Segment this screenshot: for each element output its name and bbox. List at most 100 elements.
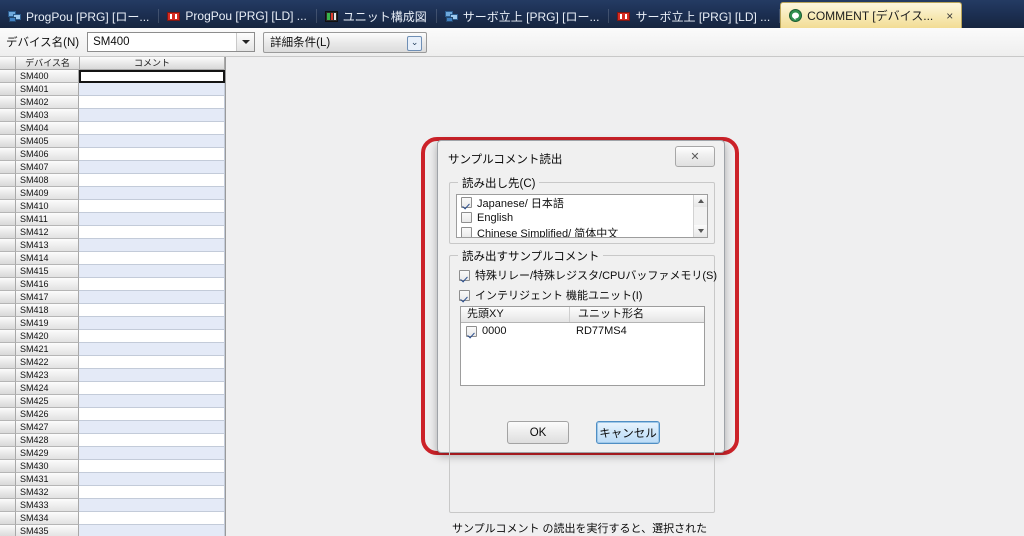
comment-cell[interactable] xyxy=(79,317,225,330)
comment-cell[interactable] xyxy=(79,135,225,148)
table-row[interactable]: SM410 xyxy=(0,200,225,213)
document-tab-3[interactable]: サーボ立上 [PRG] [ロー... xyxy=(437,4,610,28)
table-body[interactable]: SM400 SM401 SM402 SM403 SM404 SM405 SM406 SM407… xyxy=(0,70,225,536)
row-gutter[interactable] xyxy=(0,161,16,174)
device-name-cell[interactable]: SM431 xyxy=(16,473,79,486)
device-name-cell[interactable]: SM432 xyxy=(16,486,79,499)
language-list-item[interactable]: Japanese/ 日本語 xyxy=(457,195,707,210)
table-row[interactable]: SM419 xyxy=(0,317,225,330)
device-name-cell[interactable]: SM415 xyxy=(16,265,79,278)
row-gutter[interactable] xyxy=(0,304,16,317)
comment-cell[interactable] xyxy=(79,330,225,343)
unit-checkbox[interactable] xyxy=(466,325,477,337)
device-name-cell[interactable]: SM426 xyxy=(16,408,79,421)
comment-cell[interactable] xyxy=(79,460,225,473)
comment-cell[interactable] xyxy=(79,213,225,226)
table-row[interactable]: SM428 xyxy=(0,434,225,447)
device-name-cell[interactable]: SM423 xyxy=(16,369,79,382)
row-gutter[interactable] xyxy=(0,187,16,200)
comment-cell[interactable] xyxy=(79,200,225,213)
table-row[interactable]: SM425 xyxy=(0,395,225,408)
table-row[interactable]: SM421 xyxy=(0,343,225,356)
table-row[interactable]: SM434 xyxy=(0,512,225,525)
language-list-scrollbar[interactable] xyxy=(693,195,707,237)
comment-cell[interactable] xyxy=(79,187,225,200)
device-name-cell[interactable]: SM433 xyxy=(16,499,79,512)
cancel-button[interactable]: キャンセル xyxy=(596,421,660,444)
device-name-cell[interactable]: SM424 xyxy=(16,382,79,395)
language-checkbox[interactable] xyxy=(461,227,472,237)
comment-cell[interactable] xyxy=(79,161,225,174)
comment-cell[interactable] xyxy=(79,447,225,460)
device-name-combobox[interactable]: SM400 xyxy=(87,32,256,52)
row-gutter[interactable] xyxy=(0,447,16,460)
table-row[interactable]: SM404 xyxy=(0,122,225,135)
device-name-cell[interactable]: SM429 xyxy=(16,447,79,460)
comment-cell[interactable] xyxy=(79,148,225,161)
triangle-up-icon[interactable] xyxy=(694,195,707,207)
device-name-cell[interactable]: SM427 xyxy=(16,421,79,434)
table-row[interactable]: SM403 xyxy=(0,109,225,122)
table-row[interactable]: SM433 xyxy=(0,499,225,512)
table-row[interactable]: SM417 xyxy=(0,291,225,304)
comment-cell[interactable] xyxy=(79,408,225,421)
row-gutter[interactable] xyxy=(0,382,16,395)
comment-cell[interactable] xyxy=(79,421,225,434)
device-name-cell[interactable]: SM430 xyxy=(16,460,79,473)
comment-cell[interactable] xyxy=(79,174,225,187)
table-row[interactable]: SM423 xyxy=(0,369,225,382)
table-row[interactable]: SM406 xyxy=(0,148,225,161)
row-gutter[interactable] xyxy=(0,174,16,187)
row-gutter[interactable] xyxy=(0,421,16,434)
device-name-cell[interactable]: SM419 xyxy=(16,317,79,330)
row-gutter[interactable] xyxy=(0,408,16,421)
document-tab-2[interactable]: ユニット構成図 xyxy=(317,4,437,28)
table-row[interactable]: SM424 xyxy=(0,382,225,395)
device-name-cell[interactable]: SM401 xyxy=(16,83,79,96)
document-tab-0[interactable]: ProgPou [PRG] [ロー... xyxy=(0,4,160,28)
table-row[interactable]: SM402 xyxy=(0,96,225,109)
table-row[interactable]: SM426 xyxy=(0,408,225,421)
table-row[interactable]: SM427 xyxy=(0,421,225,434)
table-row[interactable]: SM400 xyxy=(0,70,225,83)
device-name-cell[interactable]: SM402 xyxy=(16,96,79,109)
row-gutter[interactable] xyxy=(0,226,16,239)
table-row[interactable]: SM430 xyxy=(0,460,225,473)
comment-cell[interactable] xyxy=(79,265,225,278)
device-name-cell[interactable]: SM428 xyxy=(16,434,79,447)
table-row[interactable]: SM415 xyxy=(0,265,225,278)
device-name-cell[interactable]: SM435 xyxy=(16,525,79,536)
device-name-cell[interactable]: SM407 xyxy=(16,161,79,174)
chevron-down-icon[interactable] xyxy=(236,33,255,51)
close-icon[interactable]: ✕ xyxy=(675,146,715,167)
device-name-cell[interactable]: SM412 xyxy=(16,226,79,239)
table-row[interactable]: SM411 xyxy=(0,213,225,226)
table-row[interactable]: SM418 xyxy=(0,304,225,317)
language-checkbox[interactable] xyxy=(461,197,472,208)
row-gutter[interactable] xyxy=(0,122,16,135)
comment-cell[interactable] xyxy=(79,278,225,291)
language-checkbox[interactable] xyxy=(461,212,472,223)
language-list-item[interactable]: Chinese Simplified/ 简体中文 xyxy=(457,225,707,237)
language-list[interactable]: Japanese/ 日本語 English Chinese Simplified/ … xyxy=(457,195,707,237)
comment-cell[interactable] xyxy=(79,304,225,317)
table-row[interactable]: SM431 xyxy=(0,473,225,486)
row-gutter[interactable] xyxy=(0,148,16,161)
row-gutter[interactable] xyxy=(0,525,16,536)
comment-cell[interactable] xyxy=(79,525,225,536)
table-row[interactable]: SM401 xyxy=(0,83,225,96)
table-row[interactable]: SM413 xyxy=(0,239,225,252)
comment-cell[interactable] xyxy=(79,109,225,122)
special-relay-checkbox-row[interactable]: 特殊リレー/特殊レジスタ/CPUバッファメモリ(S) xyxy=(459,267,717,283)
comment-cell[interactable] xyxy=(79,473,225,486)
table-row[interactable]: SM408 xyxy=(0,174,225,187)
device-name-cell[interactable]: SM405 xyxy=(16,135,79,148)
unit-grid[interactable]: 先頭XY ユニット形名 0000 RD77MS4 xyxy=(460,306,705,386)
row-gutter[interactable] xyxy=(0,330,16,343)
intelligent-unit-checkbox[interactable] xyxy=(459,289,470,301)
table-row[interactable]: SM416 xyxy=(0,278,225,291)
row-gutter[interactable] xyxy=(0,278,16,291)
comment-cell[interactable] xyxy=(79,369,225,382)
device-name-cell[interactable]: SM400 xyxy=(16,70,79,83)
row-gutter[interactable] xyxy=(0,291,16,304)
